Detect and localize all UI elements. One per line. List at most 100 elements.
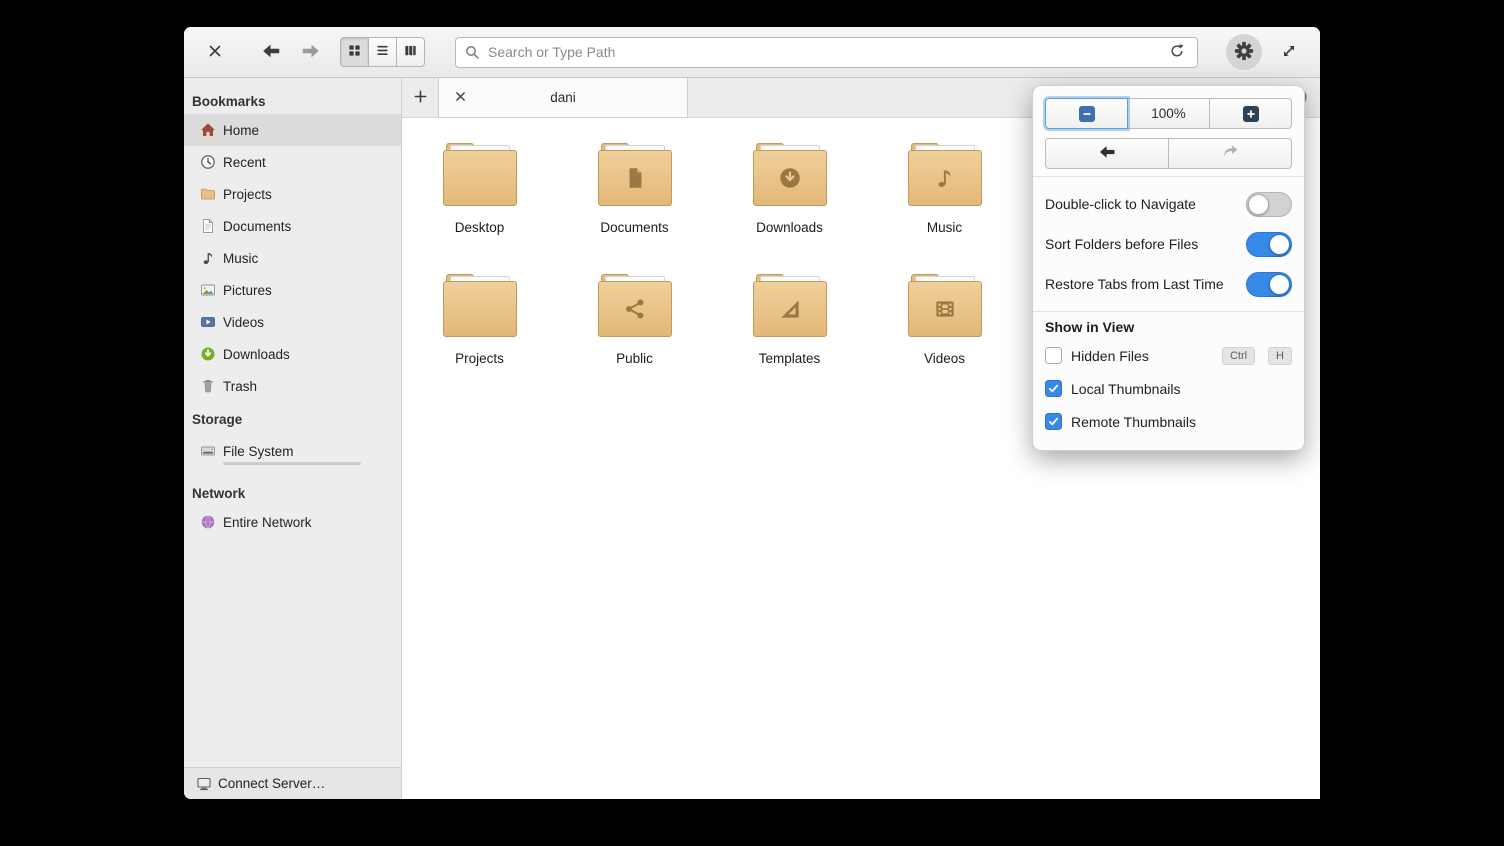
connect-server-button[interactable]: Connect Server… — [184, 767, 401, 799]
setting-label: Restore Tabs from Last Time — [1045, 276, 1246, 292]
undo-redo-controls — [1045, 138, 1292, 169]
sidebar-item-label: Recent — [223, 155, 266, 170]
file-label: Downloads — [756, 220, 823, 235]
connect-server-label: Connect Server… — [218, 776, 325, 791]
column-view-button[interactable] — [396, 37, 425, 67]
sidebar-item-trash[interactable]: Trash — [184, 370, 401, 402]
music-emblem-icon — [932, 165, 958, 191]
sidebar-item-videos[interactable]: Videos — [184, 306, 401, 338]
file-templates[interactable]: Templates — [712, 281, 867, 366]
file-music[interactable]: Music — [867, 150, 1022, 235]
check-icon — [1047, 415, 1060, 428]
download-circle-icon — [200, 346, 216, 362]
file-downloads[interactable]: Downloads — [712, 150, 867, 235]
grid-view-button[interactable] — [340, 37, 369, 67]
file-label: Templates — [759, 351, 821, 366]
list-view-button[interactable] — [368, 37, 397, 67]
local-thumbnails-checkbox[interactable] — [1045, 380, 1062, 397]
file-label: Projects — [455, 351, 504, 366]
headerbar — [184, 27, 1320, 78]
switch-knob — [1269, 274, 1290, 295]
sidebar-item-documents[interactable]: Documents — [184, 210, 401, 242]
sidebar-item-recent[interactable]: Recent — [184, 146, 401, 178]
sidebar-item-label: Home — [223, 123, 259, 138]
new-tab-button[interactable] — [402, 78, 438, 117]
plus-icon — [413, 89, 428, 107]
sidebar-section-storage: Storage — [184, 402, 401, 432]
setting-label: Sort Folders before Files — [1045, 236, 1246, 252]
list-view-icon — [375, 43, 390, 61]
forward-arrow-icon — [300, 40, 322, 65]
server-icon — [196, 776, 212, 792]
hidden-files-checkbox[interactable] — [1045, 347, 1062, 364]
setting-label: Hidden Files — [1071, 348, 1209, 364]
column-view-icon — [403, 43, 418, 61]
popover-separator — [1033, 311, 1304, 312]
file-projects[interactable]: Projects — [402, 281, 557, 366]
sidebar-item-downloads[interactable]: Downloads — [184, 338, 401, 370]
search-input[interactable] — [486, 43, 1165, 61]
network-globe-icon — [200, 514, 216, 530]
file-desktop[interactable]: Desktop — [402, 150, 557, 235]
zoom-out-button[interactable] — [1045, 98, 1128, 129]
path-search-bar — [455, 37, 1198, 68]
tab-dani[interactable]: dani — [438, 78, 688, 117]
file-label: Videos — [924, 351, 965, 366]
show-in-view-title: Show in View — [1045, 319, 1292, 335]
sidebar-item-home[interactable]: Home — [184, 114, 401, 146]
refresh-icon — [1169, 43, 1185, 62]
file-manager-window: Bookmarks Home Recent Projects Documents — [184, 27, 1320, 799]
sidebar-item-label: Pictures — [223, 283, 272, 298]
refresh-button[interactable] — [1165, 40, 1189, 64]
tab-close-button[interactable] — [445, 78, 475, 117]
file-documents[interactable]: Documents — [557, 150, 712, 235]
filesystem-usage-bar — [223, 462, 361, 465]
music-note-icon — [200, 250, 216, 266]
file-label: Music — [927, 220, 962, 235]
download-emblem-icon — [777, 165, 803, 191]
zoom-controls: 100% — [1045, 98, 1292, 129]
fullscreen-button[interactable] — [1274, 37, 1304, 67]
setting-label: Remote Thumbnails — [1071, 414, 1292, 430]
folder-icon — [200, 186, 216, 202]
sidebar-item-label: Documents — [223, 219, 291, 234]
sidebar-item-label: Projects — [223, 187, 272, 202]
sort-folders-switch[interactable] — [1246, 232, 1292, 257]
popover-separator — [1033, 176, 1304, 177]
check-icon — [1047, 382, 1060, 395]
sidebar-item-music[interactable]: Music — [184, 242, 401, 274]
sidebar-item-projects[interactable]: Projects — [184, 178, 401, 210]
sidebar-item-pictures[interactable]: Pictures — [184, 274, 401, 306]
film-emblem-icon — [932, 296, 958, 322]
zoom-in-button[interactable] — [1209, 98, 1292, 129]
file-videos[interactable]: Videos — [867, 281, 1022, 366]
switch-knob — [1269, 234, 1290, 255]
forward-button[interactable] — [296, 37, 326, 67]
file-public[interactable]: Public — [557, 281, 712, 366]
gear-icon — [1233, 40, 1255, 65]
sidebar-item-label: Entire Network — [223, 515, 312, 530]
search-icon — [464, 44, 480, 60]
file-label: Desktop — [455, 220, 505, 235]
shortcut-key-h: H — [1268, 347, 1292, 365]
clock-icon — [200, 154, 216, 170]
undo-button[interactable] — [1045, 138, 1169, 169]
back-button[interactable] — [256, 37, 286, 67]
redo-button[interactable] — [1168, 138, 1292, 169]
window-close-button[interactable] — [200, 37, 230, 67]
folder-icon — [753, 281, 827, 337]
sidebar-item-label: File System — [223, 444, 294, 459]
sidebar-item-file-system[interactable]: File System — [184, 432, 401, 476]
setting-double-click: Double-click to Navigate — [1045, 184, 1292, 224]
restore-tabs-switch[interactable] — [1246, 272, 1292, 297]
settings-button[interactable] — [1226, 34, 1262, 70]
window-close-icon — [207, 43, 223, 62]
share-emblem-icon — [622, 296, 648, 322]
sidebar-item-entire-network[interactable]: Entire Network — [184, 506, 401, 538]
setting-remote-thumbnails: Remote Thumbnails — [1045, 405, 1292, 438]
setting-local-thumbnails: Local Thumbnails — [1045, 372, 1292, 405]
zoom-level-button[interactable]: 100% — [1127, 98, 1210, 129]
double-click-switch[interactable] — [1246, 192, 1292, 217]
setting-sort-folders: Sort Folders before Files — [1045, 224, 1292, 264]
remote-thumbnails-checkbox[interactable] — [1045, 413, 1062, 430]
